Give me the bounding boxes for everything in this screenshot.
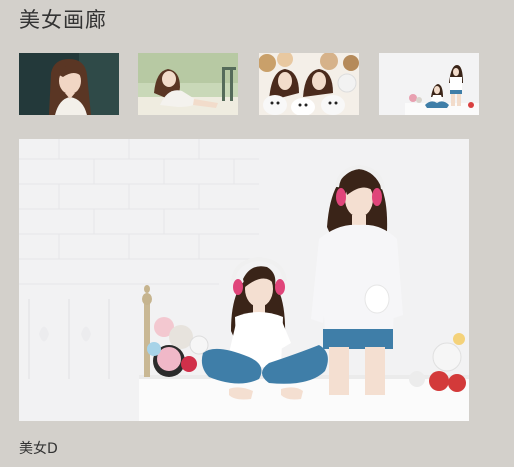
main-image [19, 139, 469, 421]
page-title: 美女画廊 [19, 8, 107, 32]
thumbnail-b-image [138, 53, 238, 115]
thumbnail-a-image [19, 53, 119, 115]
thumbnail-a[interactable] [19, 53, 119, 115]
main-photo [19, 139, 469, 421]
thumbnail-d[interactable] [379, 53, 479, 115]
thumbnail-c[interactable] [259, 53, 359, 115]
thumbnail-d-image [379, 53, 479, 115]
image-caption: 美女D [19, 441, 58, 457]
thumbnail-c-image [259, 53, 359, 115]
thumbnail-b[interactable] [138, 53, 238, 115]
